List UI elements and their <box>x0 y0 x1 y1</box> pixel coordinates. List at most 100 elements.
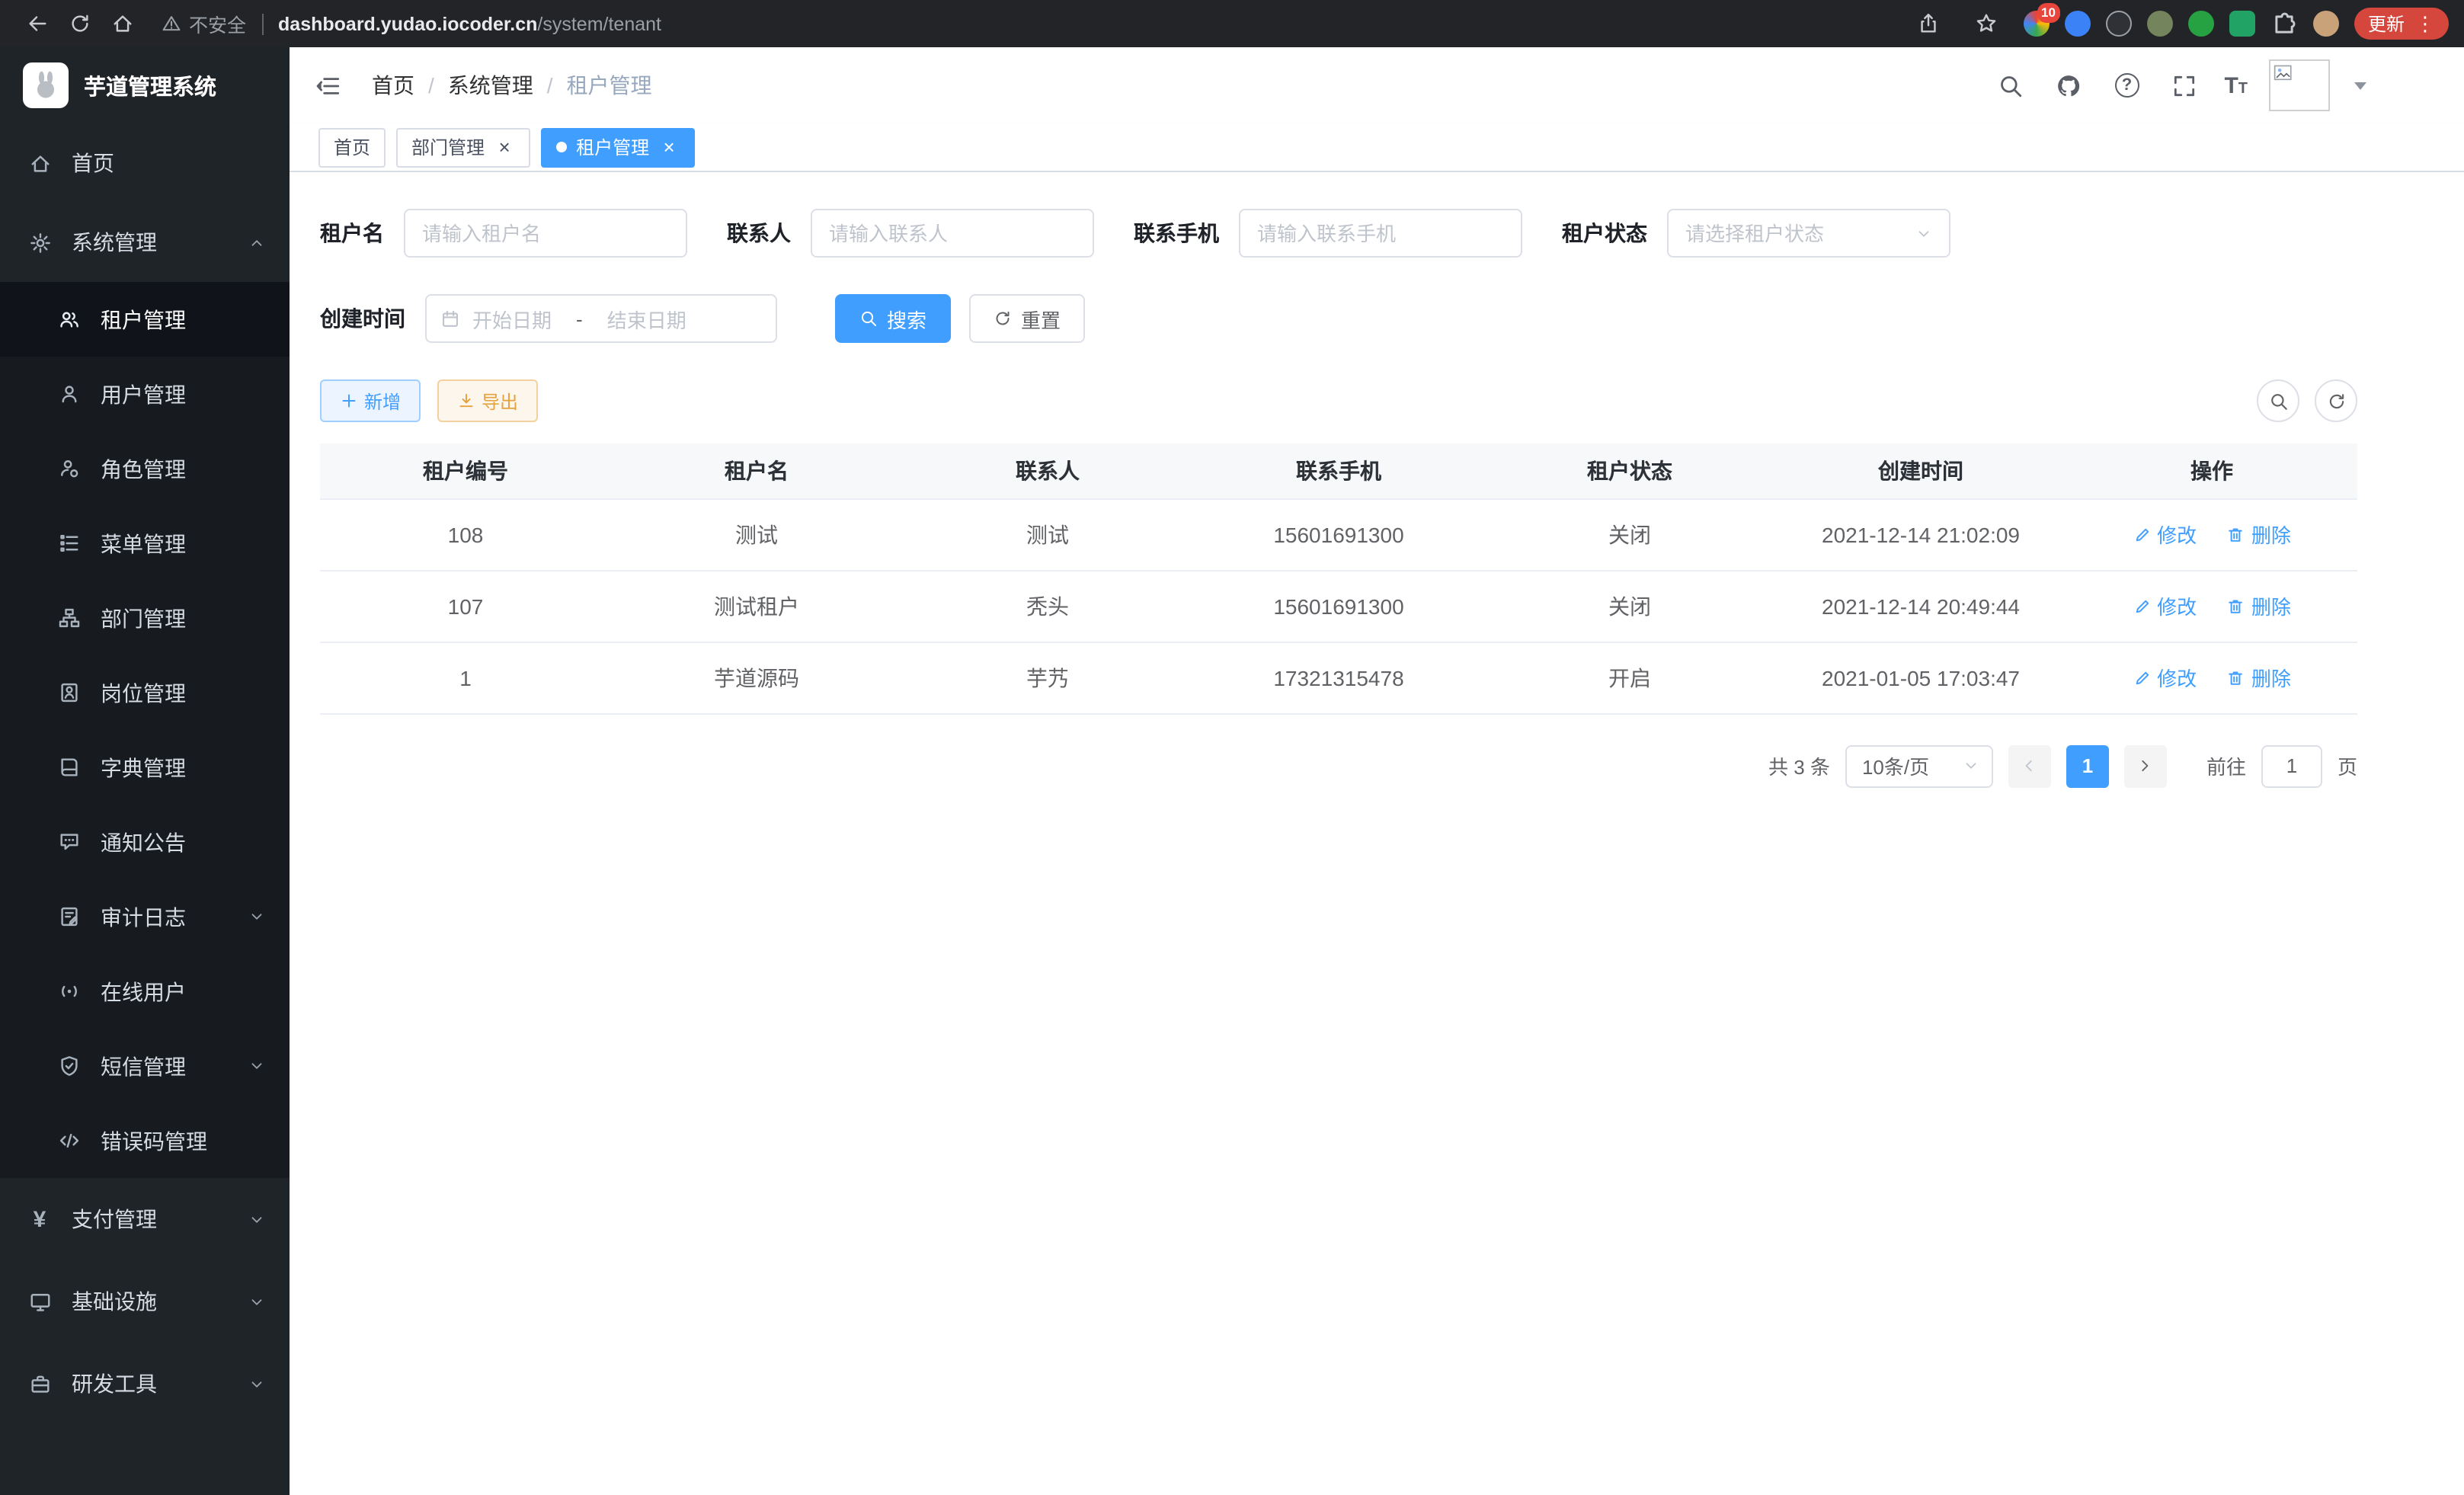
avatar-caret-icon[interactable] <box>2354 82 2366 89</box>
sidebar-item-notice[interactable]: 通知公告 <box>0 805 290 879</box>
browser-refresh-button[interactable] <box>62 7 96 40</box>
add-button-label: 新增 <box>364 388 401 414</box>
browser-update-button[interactable]: 更新 ⋮ <box>2354 8 2449 40</box>
sidebar-item-audit-log[interactable]: 审计日志 <box>0 879 290 954</box>
tag-home[interactable]: 首页 <box>318 127 386 167</box>
column-header-phone[interactable]: 联系手机 <box>1193 443 1484 498</box>
phone-input-field[interactable] <box>1257 222 1504 245</box>
sidebar-item-online-user[interactable]: 在线用户 <box>0 954 290 1029</box>
sidebar-item-home[interactable]: 首页 <box>0 123 290 203</box>
sidebar-item-error-code[interactable]: 错误码管理 <box>0 1103 290 1178</box>
security-warning[interactable]: 不安全 <box>162 9 246 38</box>
extensions-puzzle-icon[interactable] <box>2270 10 2298 37</box>
refresh-table-button[interactable] <box>2315 379 2357 422</box>
table-row: 1 芋道源码 芋艿 17321315478 开启 2021-01-05 17:0… <box>320 642 2357 713</box>
browser-home-button[interactable] <box>105 7 139 40</box>
date-range-picker[interactable]: 开始日期 - 结束日期 <box>425 294 777 343</box>
tag-dept[interactable]: 部门管理 × <box>396 127 530 167</box>
page-size-select[interactable]: 10条/页 <box>1845 744 1993 787</box>
column-header-id[interactable]: 租户编号 <box>320 443 611 498</box>
prev-page-button[interactable] <box>2008 744 2051 787</box>
add-button[interactable]: 新增 <box>320 379 421 422</box>
search-icon[interactable] <box>1992 67 2029 104</box>
sidebar-item-infra[interactable]: 基础设施 <box>0 1260 290 1343</box>
extension-icon-colorful[interactable]: 10 <box>2024 11 2050 37</box>
share-icon[interactable] <box>1912 7 1946 40</box>
cell-status: 开启 <box>1484 642 1775 713</box>
github-icon[interactable] <box>2050 67 2087 104</box>
extension-icon-green[interactable] <box>2188 11 2214 37</box>
browser-profile-avatar[interactable] <box>2313 11 2339 37</box>
bookmark-star-icon[interactable] <box>1970 7 2004 40</box>
search-button[interactable]: 搜索 <box>835 294 951 343</box>
extension-icon-dark[interactable] <box>2106 11 2132 37</box>
status-select[interactable] <box>1667 209 1950 258</box>
cell-contact: 测试 <box>902 498 1193 570</box>
font-size-icon[interactable]: TT <box>2224 74 2248 97</box>
delete-button[interactable]: 删除 <box>2227 663 2291 692</box>
extension-icon-square[interactable] <box>2229 11 2255 37</box>
tenant-name-input[interactable] <box>404 209 687 258</box>
sidebar-item-label: 研发工具 <box>72 1369 157 1399</box>
sidebar-item-user[interactable]: 用户管理 <box>0 357 290 431</box>
search-button-label: 搜索 <box>887 304 926 333</box>
tenant-name-input-field[interactable] <box>422 222 669 245</box>
sidebar-item-menu[interactable]: 菜单管理 <box>0 506 290 581</box>
column-header-contact[interactable]: 联系人 <box>902 443 1193 498</box>
fullscreen-icon[interactable] <box>2166 67 2203 104</box>
collapse-sidebar-icon[interactable] <box>311 69 344 102</box>
goto-page-input[interactable] <box>2261 744 2322 787</box>
edit-button[interactable]: 修改 <box>2133 591 2197 620</box>
chevron-down-icon <box>248 1211 265 1228</box>
app-logo[interactable]: 芋道管理系统 <box>0 47 290 123</box>
sidebar-item-label: 租户管理 <box>101 304 186 335</box>
export-button[interactable]: 导出 <box>437 379 538 422</box>
column-header-status[interactable]: 租户状态 <box>1484 443 1775 498</box>
cell-created: 2021-12-14 20:49:44 <box>1775 570 2066 642</box>
toggle-search-button[interactable] <box>2257 379 2299 422</box>
delete-button[interactable]: 删除 <box>2227 591 2291 620</box>
contact-input-field[interactable] <box>829 222 1076 245</box>
breadcrumb-home[interactable]: 首页 <box>372 70 414 101</box>
current-page[interactable]: 1 <box>2066 744 2109 787</box>
monitor-icon <box>27 1289 52 1314</box>
reset-button-label: 重置 <box>1021 304 1061 333</box>
phone-input[interactable] <box>1239 209 1522 258</box>
close-icon[interactable]: × <box>658 136 680 158</box>
extension-icon-olive[interactable] <box>2147 11 2173 37</box>
sidebar-item-dept[interactable]: 部门管理 <box>0 581 290 655</box>
status-select-field[interactable] <box>1685 222 1909 245</box>
edit-button[interactable]: 修改 <box>2133 663 2197 692</box>
browser-menu-icon[interactable]: ⋮ <box>2415 14 2435 34</box>
next-page-button[interactable] <box>2124 744 2167 787</box>
help-icon[interactable]: ? <box>2108 67 2145 104</box>
column-header-created[interactable]: 创建时间 <box>1775 443 2066 498</box>
column-header-name[interactable]: 租户名 <box>611 443 902 498</box>
delete-button[interactable]: 删除 <box>2227 520 2291 549</box>
browser-back-button[interactable] <box>20 7 53 40</box>
menu-list-icon <box>56 531 81 555</box>
sidebar-item-pay[interactable]: ¥ 支付管理 <box>0 1178 290 1260</box>
sidebar-item-system[interactable]: 系统管理 <box>0 203 290 282</box>
sidebar-item-label: 通知公告 <box>101 827 186 857</box>
sidebar-item-role[interactable]: 角色管理 <box>0 431 290 506</box>
cell-phone: 17321315478 <box>1193 642 1484 713</box>
tags-view: 首页 部门管理 × 租户管理 × <box>290 123 2464 172</box>
reset-button[interactable]: 重置 <box>969 294 1085 343</box>
extension-icon-blue[interactable] <box>2065 11 2091 37</box>
tag-tenant[interactable]: 租户管理 × <box>541 127 695 167</box>
sidebar-item-sms[interactable]: 短信管理 <box>0 1029 290 1103</box>
close-icon[interactable]: × <box>494 136 515 158</box>
sidebar-item-devtool[interactable]: 研发工具 <box>0 1343 290 1425</box>
address-bar[interactable]: 不安全 dashboard.yudao.iocoder.cn/system/te… <box>162 9 1908 38</box>
sidebar-item-tenant[interactable]: 租户管理 <box>0 282 290 357</box>
contact-input[interactable] <box>811 209 1094 258</box>
sidebar-item-label: 审计日志 <box>101 901 186 932</box>
breadcrumb-section[interactable]: 系统管理 <box>448 70 533 101</box>
sidebar-item-post[interactable]: 岗位管理 <box>0 655 290 730</box>
avatar[interactable] <box>2269 59 2330 111</box>
calendar-icon <box>440 309 460 328</box>
field-label: 创建时间 <box>320 303 405 334</box>
sidebar-item-dict[interactable]: 字典管理 <box>0 730 290 805</box>
edit-button[interactable]: 修改 <box>2133 520 2197 549</box>
